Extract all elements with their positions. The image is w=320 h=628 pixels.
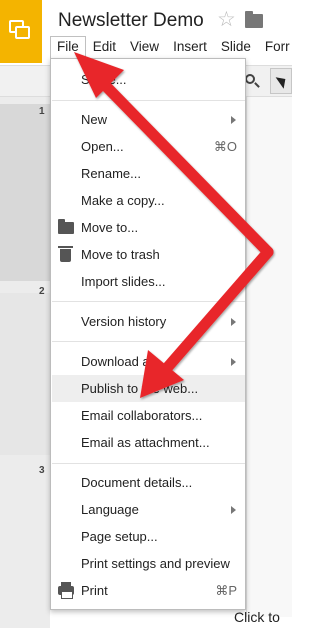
menu-item-import-slides[interactable]: Import slides... — [52, 268, 245, 295]
menu-view[interactable]: View — [123, 36, 166, 58]
menu-format[interactable]: Forr — [258, 36, 297, 58]
menu-item-download-as[interactable]: Download as — [52, 348, 245, 375]
shortcut-open: ⌘O — [213, 139, 237, 154]
menu-file[interactable]: File — [50, 36, 86, 58]
slide-canvas[interactable] — [246, 97, 292, 617]
menu-insert[interactable]: Insert — [166, 36, 214, 58]
menu-divider — [52, 463, 245, 464]
menu-item-print-settings[interactable]: Print settings and preview — [52, 550, 245, 577]
menu-divider — [52, 341, 245, 342]
trash-icon — [58, 246, 73, 262]
menu-item-open[interactable]: Open... ⌘O — [52, 133, 245, 160]
menu-item-move-to[interactable]: Move to... — [52, 214, 245, 241]
file-menu-dropdown: Share... New Open... ⌘O Rename... Make a… — [50, 58, 246, 610]
menu-divider — [52, 301, 245, 302]
cursor-icon — [275, 73, 290, 89]
menu-item-email-collaborators[interactable]: Email collaborators... — [52, 402, 245, 429]
menu-bar: File Edit View Insert Slide Forr — [50, 36, 297, 58]
menu-item-rename[interactable]: Rename... — [52, 160, 245, 187]
slide-thumbnail-1[interactable] — [0, 104, 50, 281]
submenu-arrow-icon — [231, 116, 236, 124]
slide-filmstrip: 1 2 3 — [0, 97, 50, 628]
slides-logo[interactable] — [0, 0, 42, 63]
slide-number-1: 1 — [39, 106, 45, 117]
menu-item-page-setup[interactable]: Page setup... — [52, 523, 245, 550]
menu-item-share[interactable]: Share... — [52, 66, 245, 93]
menu-item-email-attachment[interactable]: Email as attachment... — [52, 429, 245, 456]
menu-item-language[interactable]: Language — [52, 496, 245, 523]
slide-number-2: 2 — [39, 286, 45, 297]
slides-logo-icon — [9, 20, 31, 40]
submenu-arrow-icon — [231, 358, 236, 366]
select-tool-button[interactable] — [270, 68, 292, 94]
submenu-arrow-icon — [231, 506, 236, 514]
printer-icon — [58, 582, 74, 599]
menu-edit[interactable]: Edit — [86, 36, 123, 58]
menu-slide[interactable]: Slide — [214, 36, 258, 58]
slide-number-3: 3 — [39, 465, 45, 476]
menu-item-document-details[interactable]: Document details... — [52, 469, 245, 496]
menu-item-version-history[interactable]: Version history — [52, 308, 245, 335]
menu-item-new[interactable]: New — [52, 106, 245, 133]
star-icon[interactable]: ☆ — [217, 9, 236, 30]
submenu-arrow-icon — [231, 318, 236, 326]
menu-item-publish-to-web[interactable]: Publish to the web... — [52, 375, 245, 402]
menu-item-print[interactable]: Print ⌘P — [52, 577, 245, 604]
menu-divider — [52, 100, 245, 101]
slide-thumbnail-2[interactable] — [0, 293, 50, 455]
folder-icon — [58, 219, 74, 234]
document-title[interactable]: Newsletter Demo — [58, 10, 204, 32]
menu-item-make-copy[interactable]: Make a copy... — [52, 187, 245, 214]
shortcut-print: ⌘P — [215, 583, 237, 598]
canvas-placeholder-text[interactable]: Click to — [234, 609, 280, 625]
menu-item-move-to-trash[interactable]: Move to trash — [52, 241, 245, 268]
folder-icon[interactable] — [245, 11, 263, 28]
